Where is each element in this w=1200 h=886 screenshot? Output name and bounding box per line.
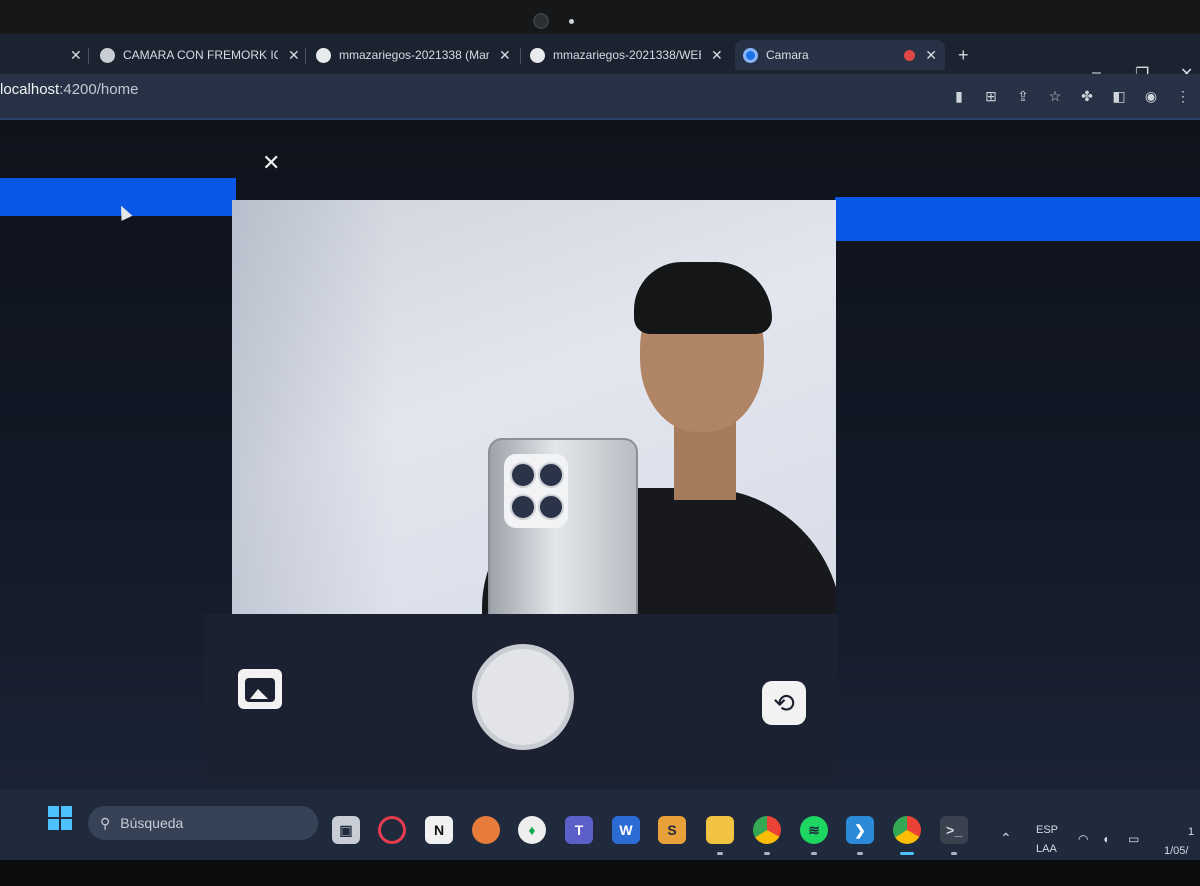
wifi-icon[interactable]: ◠ — [1078, 832, 1088, 846]
recording-indicator-icon — [904, 49, 916, 61]
running-indicator — [764, 852, 770, 855]
phone-in-hand — [488, 438, 638, 620]
chrome-icon[interactable] — [753, 816, 781, 844]
person-neck — [674, 420, 736, 500]
camera-in-use-icon[interactable]: ▮ — [950, 88, 968, 105]
camera-preview — [232, 200, 836, 620]
close-tab-icon[interactable]: ✕ — [925, 47, 937, 64]
clock-date[interactable]: 1/05/ — [1164, 845, 1188, 857]
notion-icon[interactable]: N — [425, 816, 453, 844]
sublime-icon[interactable]: S — [658, 816, 686, 844]
running-indicator — [717, 852, 723, 855]
url-path: :4200/home — [59, 81, 139, 98]
gallery-image-icon[interactable] — [238, 669, 282, 709]
new-tab-label: + — [958, 44, 969, 65]
taskbar-search[interactable]: ⚲ Búsqueda — [88, 806, 318, 840]
preview-shadow — [232, 200, 392, 620]
tab-camara[interactable]: Camara ✕ — [735, 40, 945, 70]
shutter-button[interactable] — [472, 644, 574, 750]
toolbar-icons: ▮ ⊞ ⇪ ☆ ✤ ◧ ◉ ⋮ — [950, 88, 1192, 105]
switch-camera-glyph: ⟲ — [773, 687, 795, 718]
running-indicator — [857, 852, 863, 855]
battery-icon[interactable]: ▭ — [1128, 832, 1139, 846]
tab-github-profile[interactable]: mmazariegos-2021338 (Mar ✕ — [316, 40, 516, 70]
github-icon — [316, 47, 331, 63]
browser-toolbar: localhost:4200/home ▮ ⊞ ⇪ ☆ ✤ ◧ ◉ ⋮ — [0, 74, 1200, 120]
new-tab-button[interactable]: + — [958, 40, 969, 70]
tray-layout[interactable]: LAA — [1036, 843, 1057, 855]
tab-separator — [520, 48, 521, 64]
tab-separator — [88, 48, 89, 64]
tray-overflow-icon[interactable]: ⌃ — [1000, 830, 1012, 847]
clock-time[interactable]: 1 — [1188, 826, 1194, 838]
translate-icon[interactable]: ⊞ — [982, 88, 1000, 105]
url-host: localhost — [0, 81, 60, 98]
close-tab-icon[interactable]: ✕ — [70, 47, 82, 64]
mongodb-icon[interactable]: ♦ — [518, 816, 546, 844]
bookmark-star-icon[interactable]: ☆ — [1046, 88, 1064, 105]
browser-tab-strip: ✕ CAMARA CON FREMORK IOI ✕ mmazariegos-2… — [0, 34, 1200, 74]
chrome-active-icon[interactable] — [893, 816, 921, 844]
vscode-icon[interactable]: ❯ — [846, 816, 874, 844]
close-tab-icon[interactable]: ✕ — [499, 47, 511, 64]
header-bar-right — [835, 197, 1200, 241]
search-icon: ⚲ — [100, 814, 111, 831]
phone-lens — [510, 494, 536, 520]
side-panel-icon[interactable]: ◧ — [1110, 88, 1128, 105]
camera-app-icon — [743, 47, 758, 63]
search-placeholder: Búsqueda — [120, 815, 184, 831]
tab-github-repo[interactable]: mmazariegos-2021338/WEB ✕ — [530, 40, 725, 70]
file-explorer-icon[interactable] — [706, 816, 734, 844]
close-tab-icon[interactable]: ✕ — [288, 47, 300, 64]
terminal-icon[interactable]: >_ — [940, 816, 968, 844]
profile-avatar-icon[interactable]: ◉ — [1142, 88, 1160, 105]
monitor-bezel-bottom — [0, 860, 1200, 886]
running-indicator — [951, 852, 957, 855]
running-indicator — [811, 852, 817, 855]
teams-icon[interactable]: T — [565, 816, 593, 844]
tab-title: mmazariegos-2021338/WEB — [553, 48, 701, 62]
volume-icon[interactable]: ◖ — [1102, 832, 1109, 846]
tab-blank[interactable]: ✕ — [60, 40, 82, 70]
person-hair — [634, 262, 772, 334]
menu-kebab-icon[interactable]: ⋮ — [1174, 88, 1192, 105]
tab-separator — [305, 48, 306, 64]
close-camera-button[interactable]: ✕ — [262, 150, 280, 176]
extensions-icon[interactable]: ✤ — [1078, 88, 1096, 105]
phone-lens — [538, 494, 564, 520]
monitor-bezel — [0, 0, 1200, 34]
close-tab-icon[interactable]: ✕ — [711, 47, 723, 64]
tab-title: CAMARA CON FREMORK IOI — [123, 48, 278, 62]
tray-language[interactable]: ESP — [1036, 824, 1058, 836]
phone-camera-module — [504, 454, 568, 528]
switch-camera-icon[interactable]: ⟲ — [762, 681, 806, 725]
phone-lens — [510, 462, 536, 488]
address-bar[interactable]: localhost:4200/home — [0, 81, 138, 98]
tab-title: mmazariegos-2021338 (Mar — [339, 48, 489, 62]
share-icon[interactable]: ⇪ — [1014, 88, 1032, 105]
github-icon — [530, 47, 545, 63]
compass-icon[interactable] — [472, 816, 500, 844]
phone-lens — [538, 462, 564, 488]
active-indicator — [900, 852, 914, 855]
webcam-led — [569, 19, 574, 24]
webcam-lens — [533, 13, 549, 29]
task-view-icon[interactable]: ▣ — [332, 816, 360, 844]
tab-title: Camara — [766, 48, 809, 62]
word-icon[interactable]: W — [612, 816, 640, 844]
opera-icon[interactable] — [378, 816, 406, 844]
tab-camara-fremork[interactable]: CAMARA CON FREMORK IOI ✕ — [100, 40, 300, 70]
spotify-icon[interactable]: ≋ — [800, 816, 828, 844]
globe-icon — [100, 47, 115, 63]
windows-start-icon[interactable] — [48, 806, 72, 830]
